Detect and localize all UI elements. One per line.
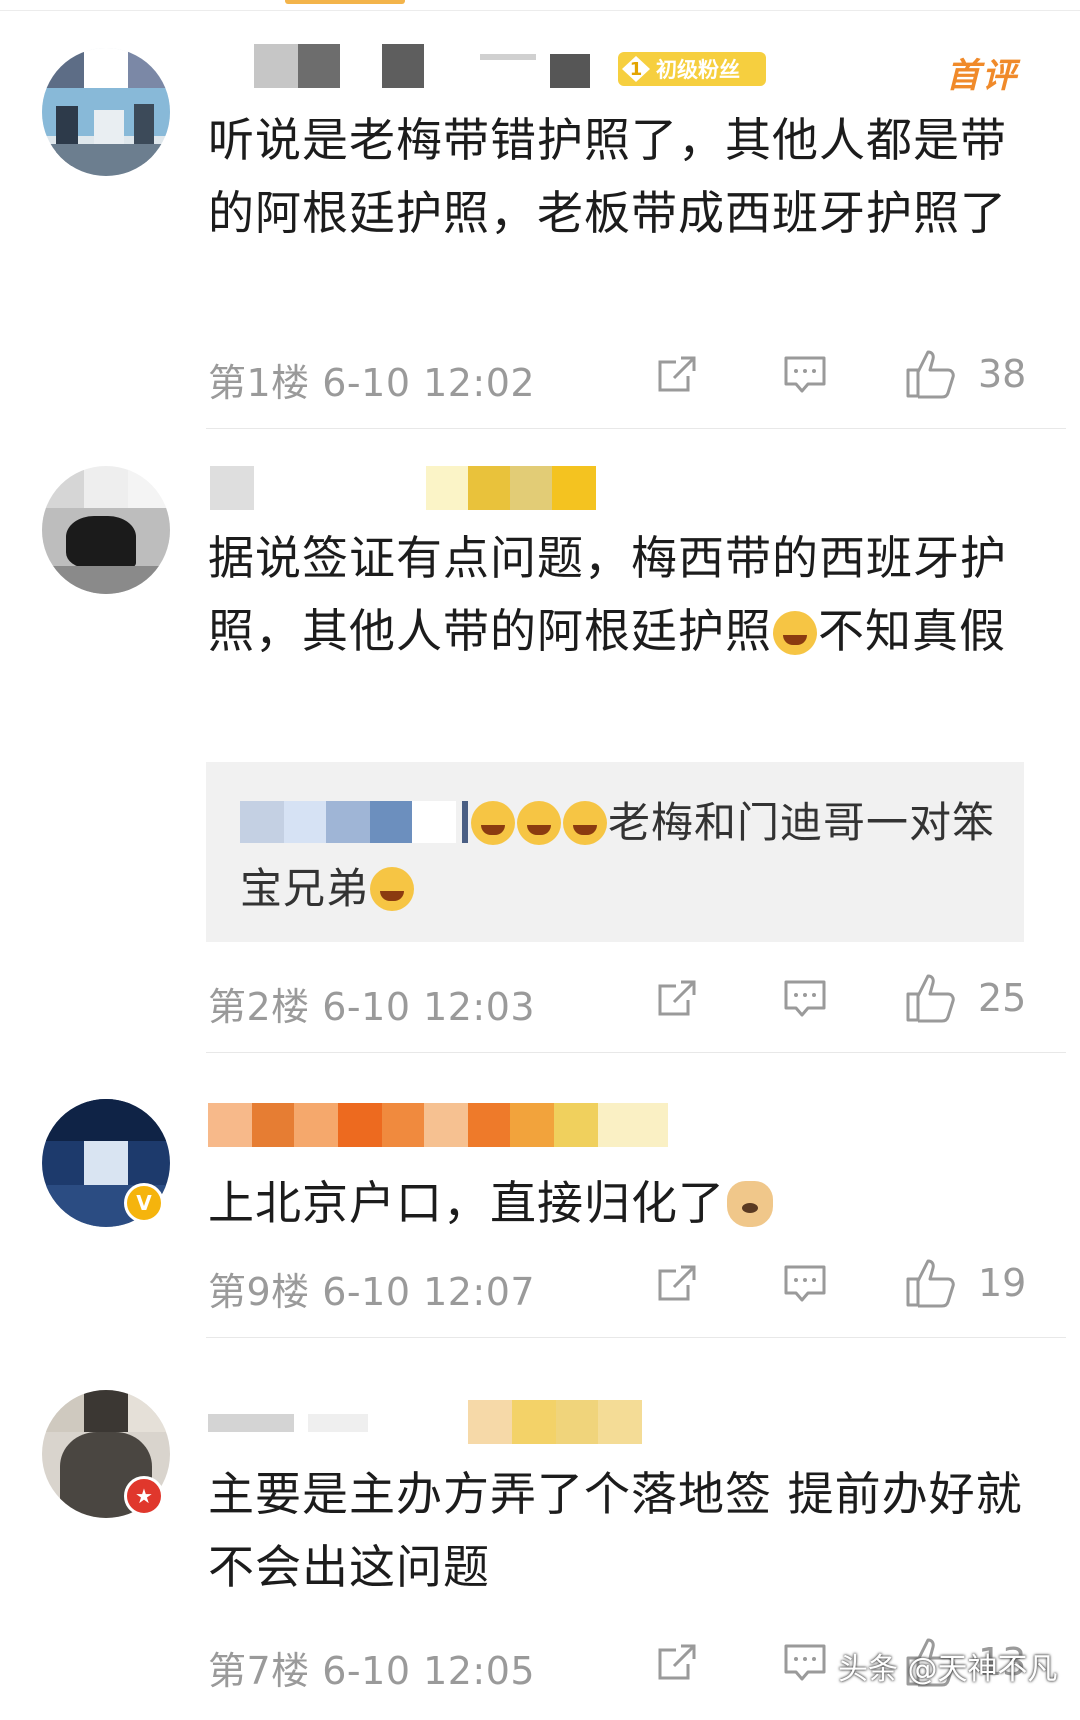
quoted-username-redacted xyxy=(240,801,470,843)
laughing-emoji-icon xyxy=(563,801,607,845)
fan-level-icon: 1 xyxy=(622,56,650,82)
laughing-emoji-icon xyxy=(471,801,515,845)
comment-icon[interactable] xyxy=(782,976,828,1022)
comment-item[interactable]: 1 初级粉丝 首评 听说是老梅带错护照了，其他人都是带的阿根廷护照，老板带成西班… xyxy=(0,0,1080,430)
like-count: 25 xyxy=(978,976,1027,1020)
like-icon[interactable] xyxy=(904,346,958,400)
laughing-emoji-icon xyxy=(370,867,415,911)
like-icon[interactable] xyxy=(904,1255,958,1309)
avatar[interactable] xyxy=(42,48,170,176)
username-redacted[interactable] xyxy=(208,1400,648,1444)
comment-icon[interactable] xyxy=(782,1261,828,1307)
like-count: 38 xyxy=(978,352,1027,396)
quoted-reply[interactable]: 老梅和门迪哥一对笨宝兄弟 xyxy=(206,762,1024,942)
floor-time: 第1楼 6-10 12:02 xyxy=(208,361,536,405)
divider xyxy=(206,1052,1066,1053)
fan-badge-label: 初级粉丝 xyxy=(656,58,740,82)
verified-v-icon: V xyxy=(124,1183,164,1223)
comment-item[interactable]: V 上北京户口，直接归化了 第9楼 6-10 12:07 19 xyxy=(0,1055,1080,1340)
avatar[interactable] xyxy=(42,466,170,594)
doge-emoji-icon xyxy=(727,1181,773,1227)
repost-icon[interactable] xyxy=(654,1640,700,1686)
username-redacted[interactable] xyxy=(210,466,600,510)
floor-time: 第7楼 6-10 12:05 xyxy=(208,1649,536,1693)
username-redacted[interactable] xyxy=(254,44,604,88)
repost-icon[interactable] xyxy=(654,976,700,1022)
comment-text-part: 不知真假 xyxy=(818,604,1006,658)
first-comment-tag: 首评 xyxy=(946,56,1018,96)
like-icon[interactable] xyxy=(904,970,958,1024)
floor-time: 第9楼 6-10 12:07 xyxy=(208,1270,536,1314)
comment-text: 据说签证有点问题，梅西带的西班牙护照，其他人带的阿根廷护照 不知真假 xyxy=(208,522,1038,668)
watermark: 头条 @天神不凡 xyxy=(838,1652,1058,1687)
comment-icon[interactable] xyxy=(782,1640,828,1686)
username-redacted[interactable] xyxy=(208,1103,678,1147)
star-badge-icon: ★ xyxy=(124,1476,164,1516)
comment-icon[interactable] xyxy=(782,352,828,398)
laughing-emoji-icon xyxy=(517,801,561,845)
comment-text: 听说是老梅带错护照了，其他人都是带的阿根廷护照，老板带成西班牙护照了 xyxy=(208,113,1007,240)
laughing-emoji-icon xyxy=(773,611,817,655)
repost-icon[interactable] xyxy=(654,352,700,398)
comment-item[interactable]: 据说签证有点问题，梅西带的西班牙护照，其他人带的阿根廷护照 不知真假 老梅和门迪哥… xyxy=(0,430,1080,1055)
fan-badge: 1 初级粉丝 xyxy=(618,52,766,86)
repost-icon[interactable] xyxy=(654,1261,700,1307)
comment-text: 主要是主办方弄了个落地签 提前办好就不会出这问题 xyxy=(208,1467,1023,1594)
comment-text: 上北京户口，直接归化了 xyxy=(208,1167,1038,1240)
floor-time: 第2楼 6-10 12:03 xyxy=(208,985,536,1029)
divider xyxy=(206,1337,1066,1338)
divider xyxy=(206,428,1066,429)
comment-text-part: 上北京户口，直接归化了 xyxy=(208,1176,725,1230)
like-count: 19 xyxy=(978,1261,1027,1305)
quote-text: 老梅和门迪哥一对笨宝兄弟 xyxy=(240,790,1000,922)
